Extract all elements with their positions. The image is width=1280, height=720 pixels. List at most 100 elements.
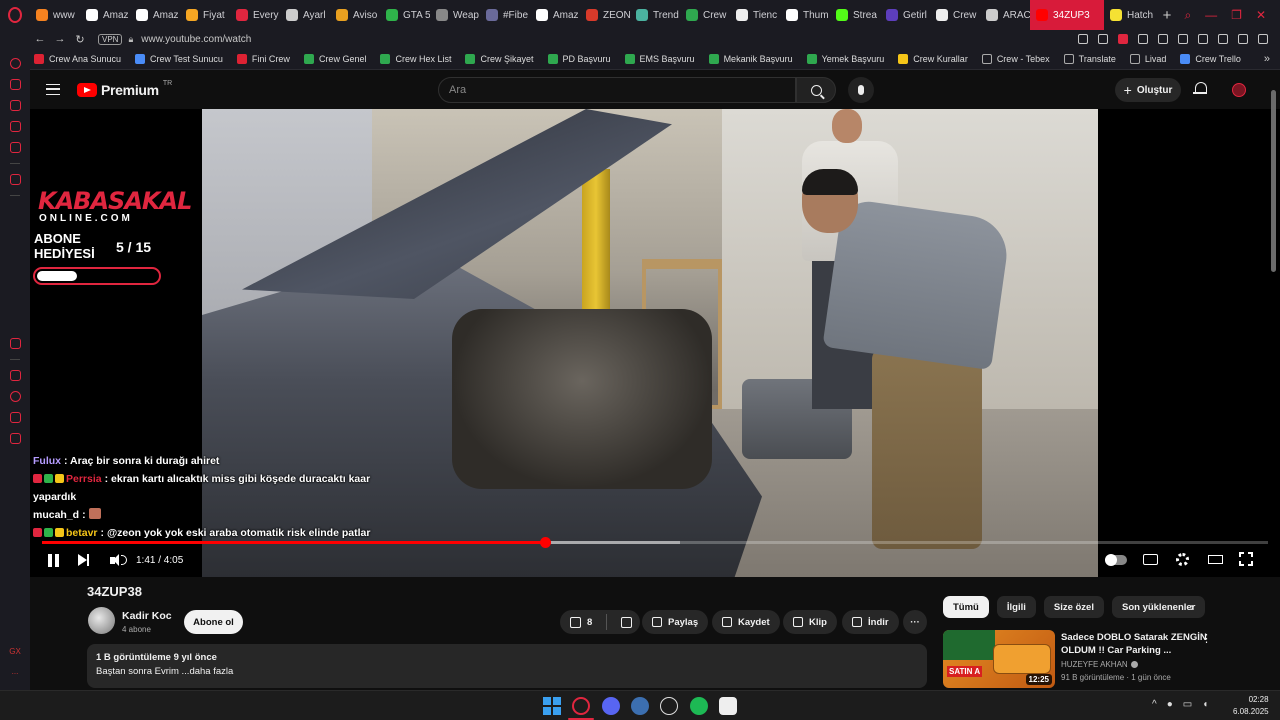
sidebar-extensions-icon[interactable]: [9, 370, 21, 381]
browser-tab[interactable]: GTA 5: [380, 0, 430, 30]
bookmark-item[interactable]: Crew Hex List: [380, 53, 451, 64]
browser-tab[interactable]: Trend: [630, 0, 680, 30]
extensions-icon[interactable]: [1198, 34, 1208, 44]
search-tabs-icon[interactable]: ⌕: [1184, 8, 1191, 23]
pause-button[interactable]: [48, 551, 62, 569]
video-player[interactable]: KABASAKAL ONLINE.COM ABONE HEDİYESİ 5 / …: [30, 109, 1280, 577]
channel-avatar[interactable]: [88, 607, 115, 634]
bookmark-item[interactable]: Crew Test Sunucu: [135, 53, 223, 64]
browser-tab[interactable]: Thum: [780, 0, 830, 30]
browser-tab[interactable]: Crew: [930, 0, 980, 30]
bookmark-item[interactable]: Crew - Tebex: [981, 53, 1050, 64]
sidebar-twitch-icon[interactable]: [9, 100, 21, 111]
bookmark-item[interactable]: Crew Şikayet: [465, 53, 534, 64]
sidebar-heart-icon[interactable]: [9, 391, 21, 402]
maximize-button[interactable]: ❐: [1231, 8, 1242, 23]
tray-overflow-icon[interactable]: ^: [1152, 699, 1157, 710]
browser-tab[interactable]: Crew: [680, 0, 730, 30]
steam-taskbar-icon[interactable]: [631, 697, 649, 715]
browser-tab[interactable]: ARAC: [980, 0, 1030, 30]
search-input[interactable]: [439, 78, 779, 102]
taskbar-clock[interactable]: 02:28 6.08.2025: [1233, 694, 1269, 718]
subtitles-button[interactable]: [1143, 554, 1158, 565]
opera-gx-taskbar-icon[interactable]: [572, 697, 590, 715]
sidebar-gx-label[interactable]: GX: [0, 642, 30, 662]
discord-taskbar-icon[interactable]: [602, 697, 620, 715]
settings-gear-icon[interactable]: [1176, 553, 1189, 566]
bookmark-item[interactable]: Livad: [1129, 53, 1166, 64]
next-button[interactable]: [78, 551, 89, 569]
sidebar-player-icon[interactable]: [9, 338, 21, 349]
opera-menu-icon[interactable]: [0, 0, 30, 30]
browser-tab[interactable]: Strea: [830, 0, 880, 30]
download-icon[interactable]: [1238, 34, 1248, 44]
sidebar-history-icon[interactable]: [9, 412, 21, 423]
description-box[interactable]: 1 B görüntüleme 9 yıl önce Baştan sonra …: [87, 644, 927, 688]
close-window-button[interactable]: ✕: [1256, 8, 1266, 23]
microphone-tray-icon[interactable]: ●: [1167, 699, 1173, 710]
sidebar-mail-icon[interactable]: [9, 142, 21, 153]
spotify-taskbar-icon[interactable]: [690, 697, 708, 715]
filter-chip[interactable]: Size özel: [1043, 596, 1104, 618]
network-icon[interactable]: ▭: [1183, 699, 1192, 710]
browser-tab[interactable]: Aviso: [330, 0, 380, 30]
bookmark-item[interactable]: Crew Kurallar: [898, 53, 968, 64]
sidebar-ai-icon[interactable]: [9, 79, 21, 90]
create-button[interactable]: + Oluştur: [1115, 78, 1181, 102]
bookmark-item[interactable]: EMS Başvuru: [624, 53, 695, 64]
bookmark-item[interactable]: PD Başvuru: [547, 53, 611, 64]
bookmark-item[interactable]: Yemek Başvuru: [806, 53, 884, 64]
start-windows-icon[interactable]: [543, 697, 561, 715]
browser-tab[interactable]: Every: [230, 0, 280, 30]
minimize-button[interactable]: —: [1205, 8, 1217, 23]
browser-tab[interactable]: Amaz: [80, 0, 130, 30]
recommended-channel[interactable]: HUZEYFE AKHAN: [1061, 660, 1138, 669]
bookmarks-overflow-icon[interactable]: »: [1264, 53, 1280, 65]
thumbs-down-icon[interactable]: [621, 616, 633, 628]
volume-button[interactable]: [110, 551, 127, 569]
back-button[interactable]: ←: [30, 33, 50, 45]
chatgpt-taskbar-icon[interactable]: [660, 697, 678, 715]
browser-tab[interactable]: Getirl: [880, 0, 930, 30]
description-text[interactable]: Baştan sonra Evrim ...daha fazla: [96, 666, 918, 677]
share-page-icon[interactable]: [1158, 34, 1168, 44]
progress-scrubber[interactable]: [539, 537, 551, 548]
forward-button[interactable]: →: [50, 33, 70, 45]
recommended-title[interactable]: Sadece DOBLO Satarak ZENGİN OLDUM !! Car…: [1061, 631, 1211, 657]
progress-bar[interactable]: [42, 537, 1268, 548]
clip-button[interactable]: Klip: [783, 610, 837, 634]
browser-tab[interactable]: Weap: [430, 0, 480, 30]
vpn-badge[interactable]: VPN: [98, 33, 123, 45]
browser-tab[interactable]: Tienc: [730, 0, 780, 30]
bookmark-item[interactable]: Crew Ana Sunucu: [34, 53, 121, 64]
save-button[interactable]: Kaydet: [712, 610, 780, 634]
voice-search-button[interactable]: [848, 77, 874, 103]
new-tab-button[interactable]: +: [1154, 7, 1180, 24]
easy-setup-icon[interactable]: [1218, 34, 1228, 44]
theater-mode-button[interactable]: [1208, 555, 1223, 564]
pin-icon[interactable]: [1078, 34, 1088, 44]
recommended-video[interactable]: SATIN A 12:25 Sadece DOBLO Satarak ZENGİ…: [943, 630, 1263, 690]
page-scrollbar[interactable]: [1271, 90, 1276, 272]
browser-tab[interactable]: Ayarl: [280, 0, 330, 30]
speaker-tray-icon[interactable]: ◖: [1202, 699, 1208, 710]
snapshot-icon[interactable]: [1098, 34, 1108, 44]
fullscreen-button[interactable]: [1238, 551, 1254, 567]
browser-tab[interactable]: Amaz: [530, 0, 580, 30]
bookmark-item[interactable]: Mekanik Başvuru: [708, 53, 793, 64]
browser-tab[interactable]: Fiyat: [180, 0, 230, 30]
autoplay-toggle[interactable]: [1105, 554, 1127, 566]
sidebar-speed-dial-icon[interactable]: [9, 58, 21, 69]
filter-chip[interactable]: İlgili: [996, 596, 1036, 618]
guide-menu-icon[interactable]: [46, 84, 60, 95]
chips-next-arrow-icon[interactable]: ›: [1190, 600, 1194, 614]
lock-icon[interactable]: 🔒︎: [128, 34, 133, 45]
extension-icon[interactable]: [1118, 34, 1128, 44]
tab-hatch[interactable]: Hatch: [1104, 0, 1154, 30]
bookmark-item[interactable]: Translate: [1063, 53, 1116, 64]
browser-tab[interactable]: ZEON: [580, 0, 630, 30]
account-avatar[interactable]: [1232, 83, 1246, 97]
player-icon[interactable]: [1138, 34, 1148, 44]
channel-name[interactable]: Kadir Koc: [122, 610, 172, 622]
bookmark-item[interactable]: Fini Crew: [236, 53, 290, 64]
